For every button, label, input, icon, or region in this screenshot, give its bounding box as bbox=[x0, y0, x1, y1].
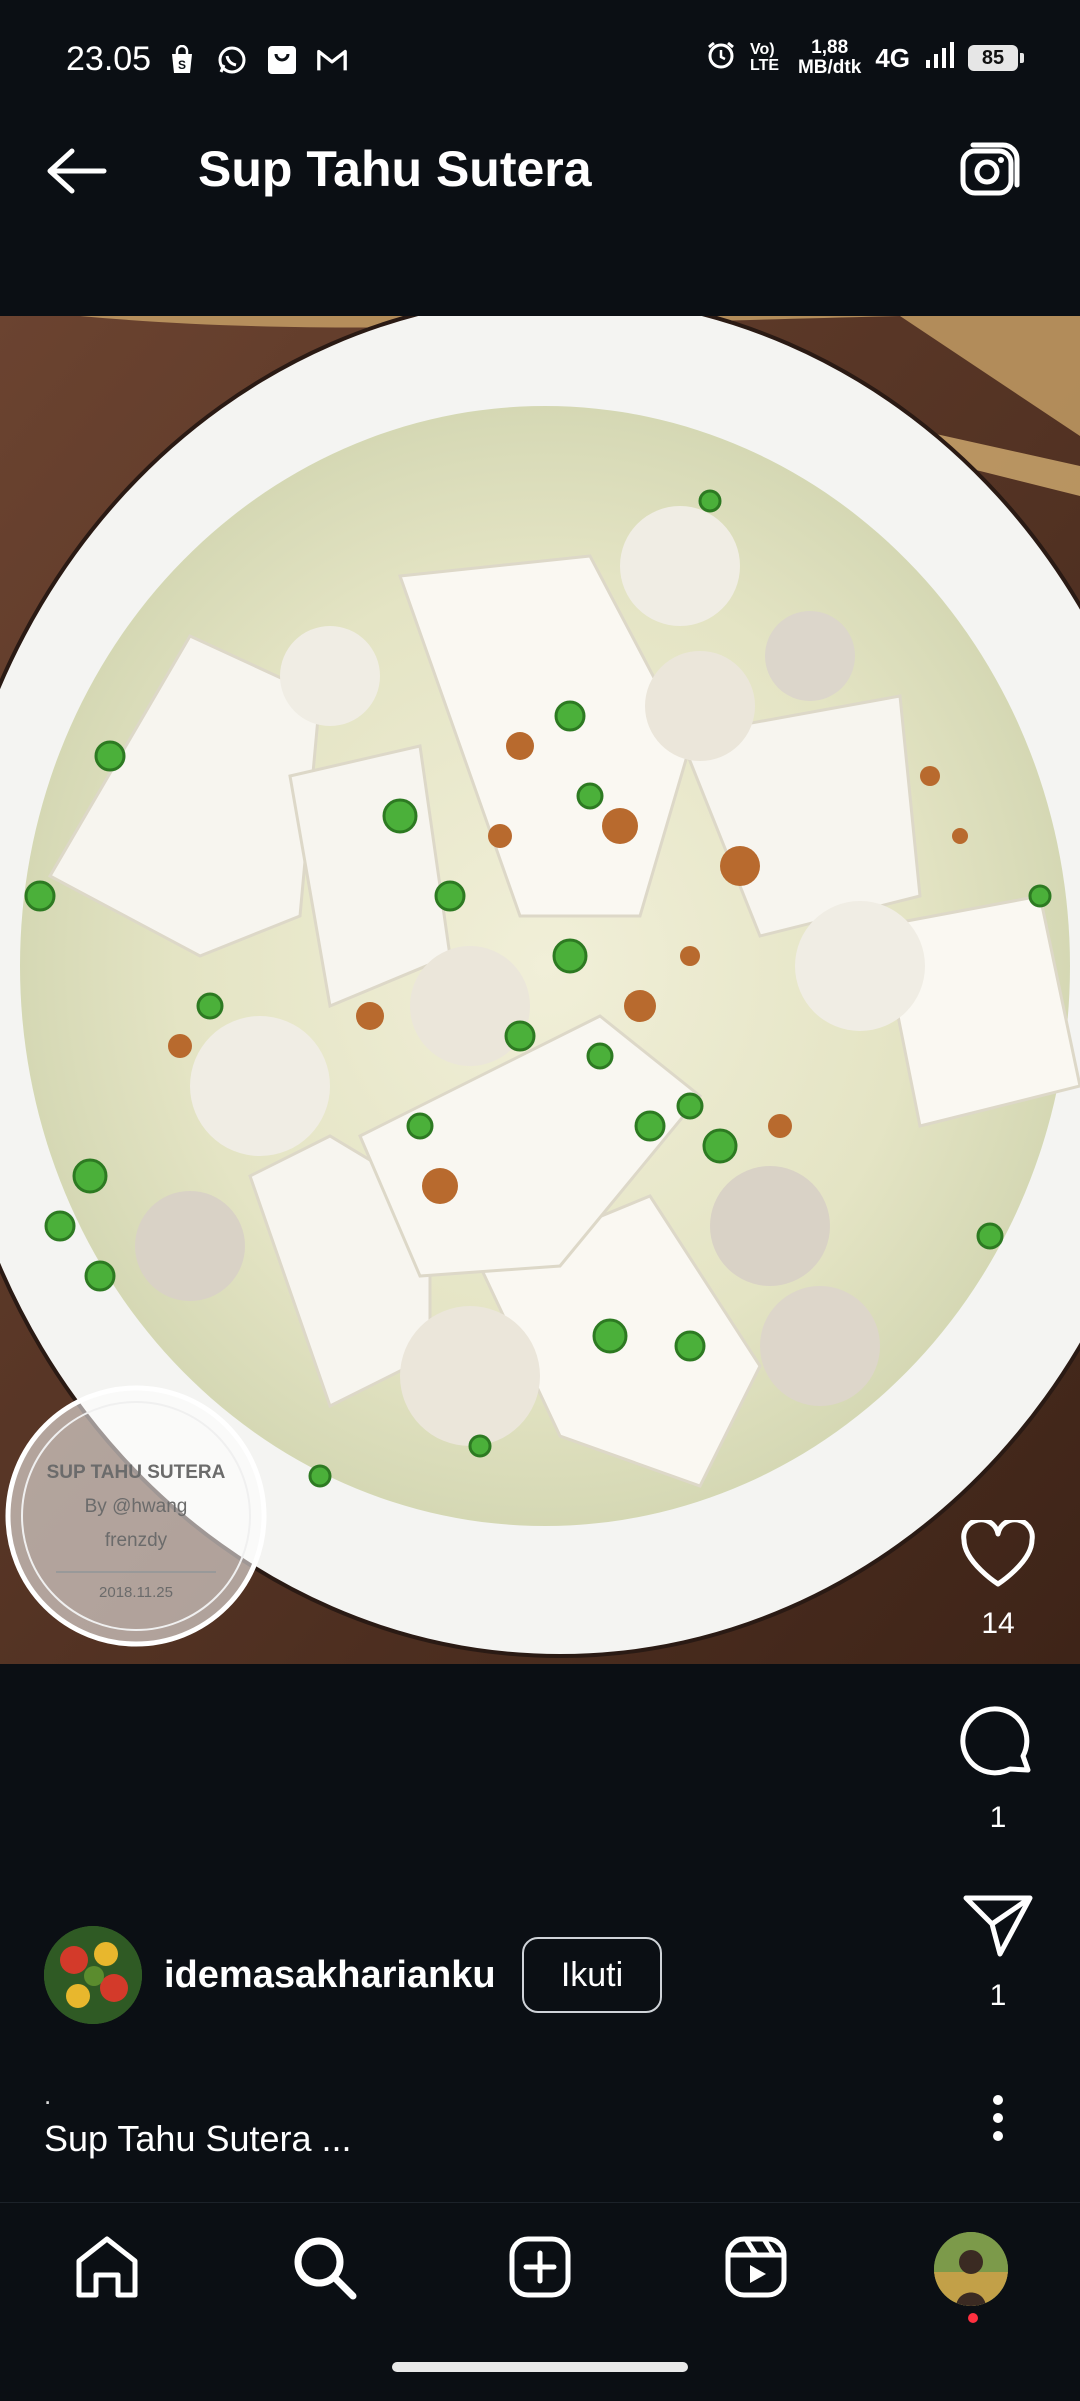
comment-icon[interactable] bbox=[960, 1706, 1036, 1787]
like-action: 14 bbox=[938, 1517, 1058, 1641]
reels-icon bbox=[724, 2235, 788, 2304]
watermark-date: 2018.11.25 bbox=[99, 1584, 173, 1601]
watermark-by: By @hwang bbox=[84, 1496, 188, 1517]
shop-icon bbox=[266, 44, 298, 76]
gmail-icon bbox=[316, 44, 348, 76]
nav-search[interactable] bbox=[279, 2226, 369, 2312]
camera-button[interactable] bbox=[950, 136, 1032, 210]
whatsapp-icon bbox=[216, 44, 248, 76]
volte-label: Vo) LTE bbox=[749, 41, 780, 74]
post-caption[interactable]: Sup Tahu Sutera ... bbox=[44, 2118, 352, 2160]
like-count: 14 bbox=[981, 1607, 1015, 1640]
nav-create[interactable] bbox=[495, 2226, 585, 2312]
home-indicator[interactable] bbox=[392, 2362, 688, 2372]
author-username[interactable]: idemasakharianku bbox=[164, 1954, 496, 1997]
svg-text:S: S bbox=[178, 58, 186, 72]
alarm-icon bbox=[706, 40, 736, 76]
more-vertical-icon bbox=[991, 2093, 1005, 2148]
page-title: Sup Tahu Sutera bbox=[198, 141, 592, 197]
notification-dot bbox=[968, 2313, 978, 2323]
network-speed: 1,88 MB/dtk bbox=[798, 38, 861, 78]
battery-level: 85 bbox=[968, 45, 1024, 71]
nav-home[interactable] bbox=[62, 2226, 152, 2312]
status-time: 23.05 bbox=[66, 40, 152, 78]
status-right: Vo) LTE 1,88 MB/dtk 4G 85 bbox=[706, 38, 1024, 78]
follow-button[interactable]: Ikuti bbox=[522, 1937, 662, 2013]
send-icon[interactable] bbox=[962, 1892, 1034, 1965]
network-speed-unit: MB/dtk bbox=[797, 57, 862, 78]
author-avatar[interactable] bbox=[44, 1926, 142, 2024]
more-options-button[interactable] bbox=[966, 2088, 1030, 2152]
search-icon bbox=[291, 2234, 357, 2305]
watermark-name: frenzdy bbox=[104, 1530, 168, 1551]
network-speed-value: 1,88 bbox=[811, 37, 849, 58]
back-button[interactable] bbox=[38, 138, 114, 208]
add-post-icon bbox=[508, 2235, 572, 2304]
signal-icon bbox=[924, 40, 954, 76]
profile-avatar bbox=[934, 2232, 1008, 2306]
network-type: 4G bbox=[875, 42, 910, 73]
notification-icons: S bbox=[166, 44, 348, 76]
share-count: 1 bbox=[989, 1979, 1007, 2012]
comment-count: 1 bbox=[989, 1801, 1007, 1834]
nav-profile[interactable] bbox=[926, 2226, 1016, 2312]
arrow-left-icon bbox=[44, 147, 108, 200]
comment-action: 1 bbox=[938, 1706, 1058, 1835]
caption-dot: . bbox=[44, 2080, 52, 2110]
shopping-bag-icon: S bbox=[166, 44, 198, 76]
camera-icon bbox=[959, 141, 1023, 206]
nav-reels[interactable] bbox=[711, 2226, 801, 2312]
watermark-title: SUP TAHU SUTERA bbox=[46, 1462, 226, 1483]
header bbox=[0, 96, 1080, 316]
home-icon bbox=[74, 2235, 140, 2304]
share-action: 1 bbox=[938, 1892, 1058, 2013]
heart-icon[interactable] bbox=[960, 1517, 1036, 1593]
